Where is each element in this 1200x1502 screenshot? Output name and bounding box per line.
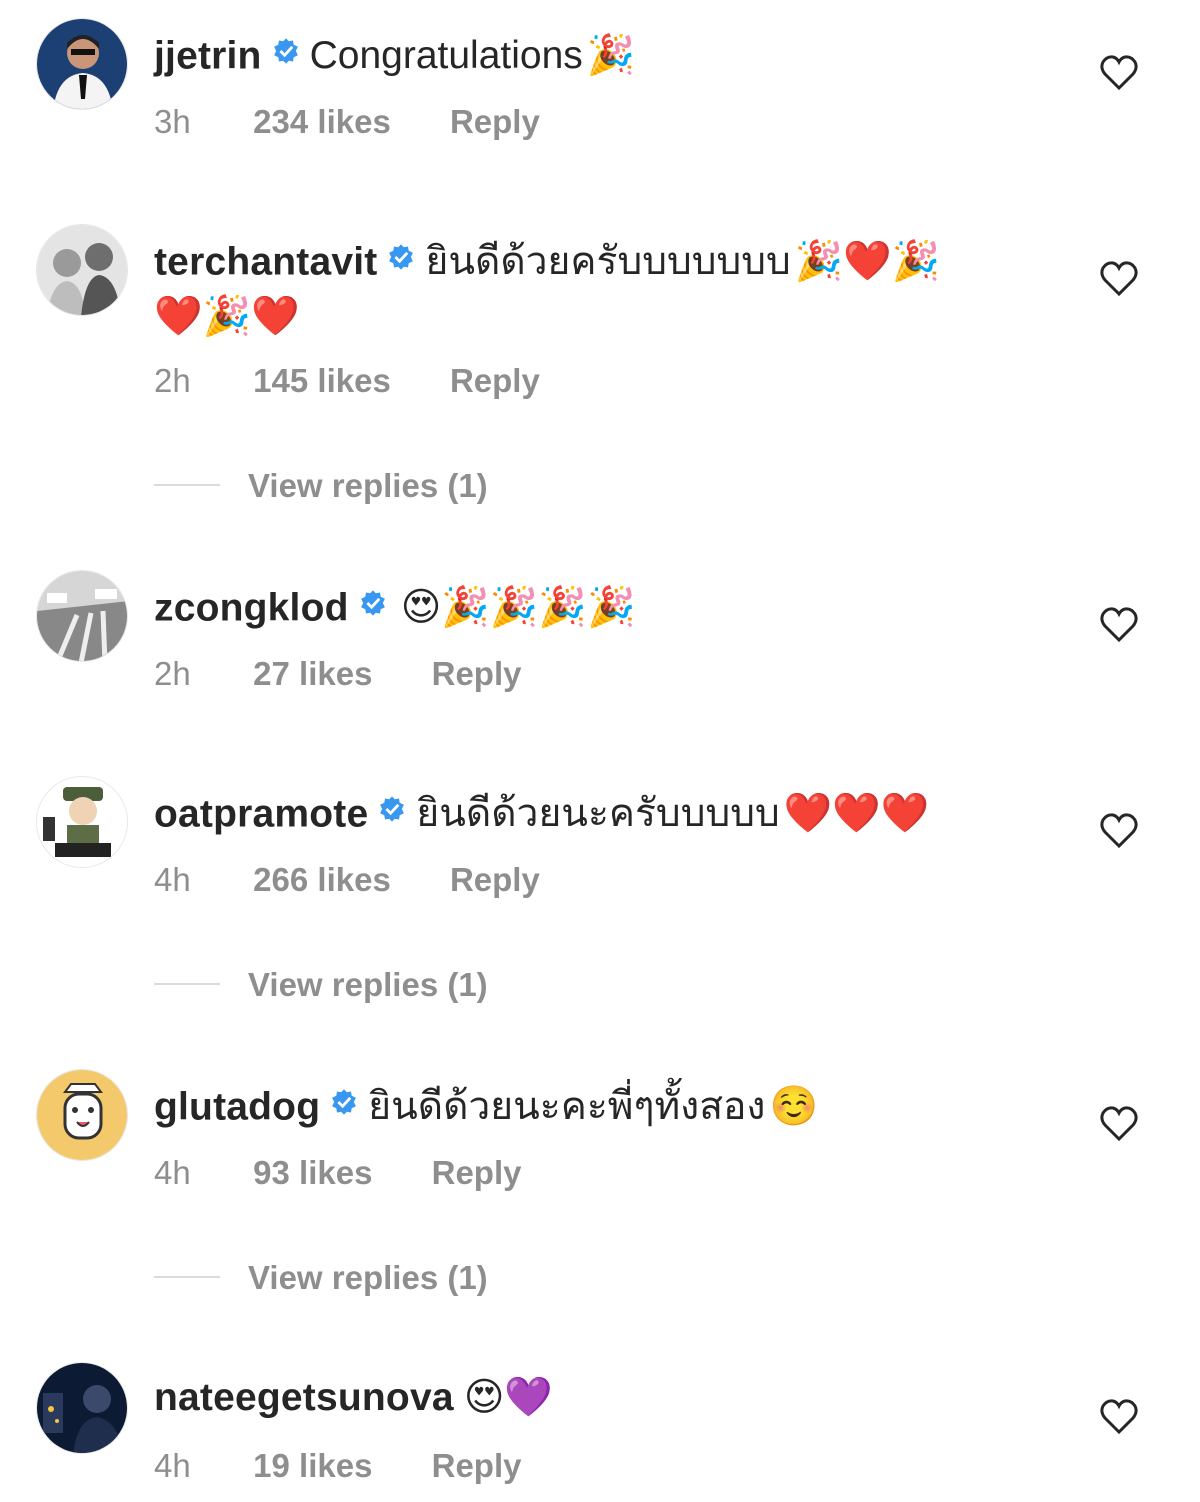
comment-emojis-line2: ❤️🎉❤️ — [154, 294, 300, 339]
comment-time: 4h — [154, 1447, 191, 1484]
verified-badge-icon — [378, 782, 406, 840]
avatar-image — [37, 19, 127, 109]
reply-button[interactable]: Reply — [432, 1153, 522, 1193]
comment-text-line: glutadog ยินดีด้วยนะคะพี่ๆทั้งสอง ☺️ — [154, 1075, 1090, 1143]
heart-outline-icon[interactable] — [1100, 261, 1138, 297]
heart-outline-icon[interactable] — [1100, 1399, 1138, 1435]
like-count[interactable]: 266 likes — [253, 860, 391, 900]
reply-button[interactable]: Reply — [450, 860, 540, 900]
avatar-image — [37, 1070, 127, 1160]
view-replies-label: View replies (1) — [248, 1259, 488, 1296]
reply-button[interactable]: Reply — [432, 1446, 522, 1486]
comment-text-line: nateegetsunova 😍💜 — [154, 1369, 1090, 1427]
like-count[interactable]: 145 likes — [253, 361, 391, 401]
comment-emojis: ☺️ — [769, 1084, 819, 1130]
username[interactable]: nateegetsunova — [154, 1376, 454, 1419]
comment-meta: 4h 266 likes Reply — [154, 860, 540, 900]
comment-time: 4h — [154, 1154, 191, 1191]
comment-body: ยินดีด้วยครับบบบบบบ — [425, 240, 791, 284]
avatar[interactable] — [36, 1362, 128, 1454]
verified-badge-icon — [387, 230, 415, 288]
verified-badge-icon — [359, 576, 387, 634]
comment-body: Congratulations — [309, 34, 583, 78]
comment-text-line: zcongklod 😍🎉🎉🎉🎉 — [154, 576, 1090, 644]
view-replies-button[interactable]: View replies (1) — [154, 965, 488, 1005]
comment-meta: 4h 93 likes Reply — [154, 1153, 522, 1193]
avatar[interactable] — [36, 776, 128, 868]
avatar[interactable] — [36, 224, 128, 316]
avatar[interactable] — [36, 1069, 128, 1161]
like-count[interactable]: 234 likes — [253, 102, 391, 142]
comment-time: 2h — [154, 655, 191, 692]
avatar-image — [37, 777, 127, 867]
username[interactable]: zcongklod — [154, 586, 349, 629]
view-replies-button[interactable]: View replies (1) — [154, 1258, 488, 1298]
comment-time: 4h — [154, 861, 191, 898]
comment-time: 2h — [154, 362, 191, 399]
divider-line — [154, 983, 220, 986]
reply-button[interactable]: Reply — [432, 654, 522, 694]
username[interactable]: oatpramote — [154, 792, 368, 835]
comment-meta: 4h 19 likes Reply — [154, 1446, 522, 1486]
like-count[interactable]: 19 likes — [253, 1446, 372, 1486]
comment-meta: 2h 27 likes Reply — [154, 654, 522, 694]
heart-outline-icon[interactable] — [1100, 1106, 1138, 1142]
heart-outline-icon[interactable] — [1100, 55, 1138, 91]
comment-emojis: 🎉❤️🎉 — [794, 239, 941, 285]
comment-emojis: ❤️❤️❤️ — [783, 791, 930, 837]
view-replies-button[interactable]: View replies (1) — [154, 466, 488, 506]
verified-badge-icon — [272, 24, 300, 82]
comment-emojis: 😍💜 — [463, 1375, 553, 1420]
view-replies-label: View replies (1) — [248, 966, 488, 1003]
heart-outline-icon[interactable] — [1100, 607, 1138, 643]
avatar[interactable] — [36, 18, 128, 110]
username[interactable]: jjetrin — [154, 34, 262, 77]
comment-text-line: oatpramote ยินดีด้วยนะครับบบบบ ❤️❤️❤️ — [154, 782, 1090, 850]
comment-emojis: 😍🎉🎉🎉🎉 — [400, 585, 636, 631]
avatar[interactable] — [36, 570, 128, 662]
comment-body: ยินดีด้วยนะครับบบบบ — [416, 792, 780, 836]
divider-line — [154, 484, 220, 487]
comment-time: 3h — [154, 103, 191, 140]
comment-emojis: 🎉 — [586, 33, 636, 79]
reply-button[interactable]: Reply — [450, 361, 540, 401]
verified-badge-icon — [330, 1075, 358, 1133]
username[interactable]: glutadog — [154, 1085, 320, 1128]
view-replies-label: View replies (1) — [248, 467, 488, 504]
like-count[interactable]: 93 likes — [253, 1153, 372, 1193]
comment-meta: 3h 234 likes Reply — [154, 102, 540, 142]
comment-meta: 2h 145 likes Reply — [154, 361, 540, 401]
like-count[interactable]: 27 likes — [253, 654, 372, 694]
avatar-image — [37, 1363, 127, 1453]
username[interactable]: terchantavit — [154, 240, 377, 283]
comment-text-line: jjetrin Congratulations 🎉 — [154, 24, 1090, 92]
reply-button[interactable]: Reply — [450, 102, 540, 142]
avatar-image — [37, 571, 127, 661]
heart-outline-icon[interactable] — [1100, 813, 1138, 849]
comment-body: ยินดีด้วยนะคะพี่ๆทั้งสอง — [368, 1085, 766, 1129]
divider-line — [154, 1276, 220, 1279]
avatar-image — [37, 225, 127, 315]
